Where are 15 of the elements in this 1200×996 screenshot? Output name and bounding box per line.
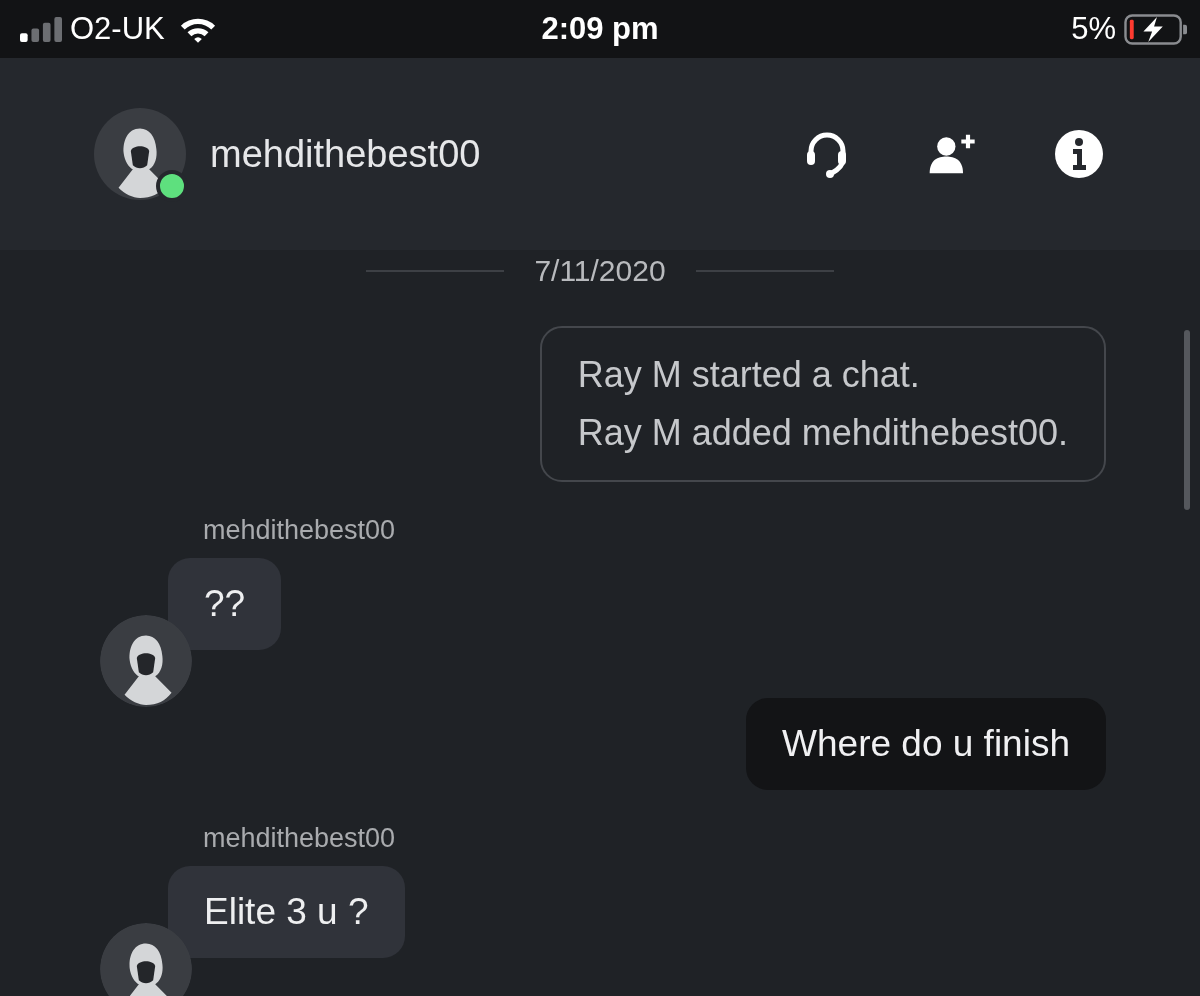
contact-name[interactable]: mehdithebest00: [210, 132, 800, 176]
incoming-message: Elite 3 u ?: [168, 866, 405, 958]
system-message-line: Ray M started a chat.: [577, 353, 921, 397]
date-divider: 7/11/2020: [534, 254, 666, 288]
incoming-message: ??: [168, 558, 282, 650]
clock-time: 2:09 pm: [541, 11, 659, 47]
sender-name: mehdithebest00: [203, 823, 396, 854]
battery-charging-icon: [1124, 13, 1188, 45]
system-message-line: Ray M added mehdithebest00.: [577, 411, 1068, 455]
outgoing-message: Where do u finish: [746, 698, 1106, 790]
battery-percent: 5%: [1071, 11, 1116, 47]
sender-name: mehdithebest00: [203, 515, 396, 546]
info-button[interactable]: [1052, 127, 1106, 181]
signal-icon: [20, 16, 62, 42]
carrier-name: O2-UK: [70, 11, 165, 47]
